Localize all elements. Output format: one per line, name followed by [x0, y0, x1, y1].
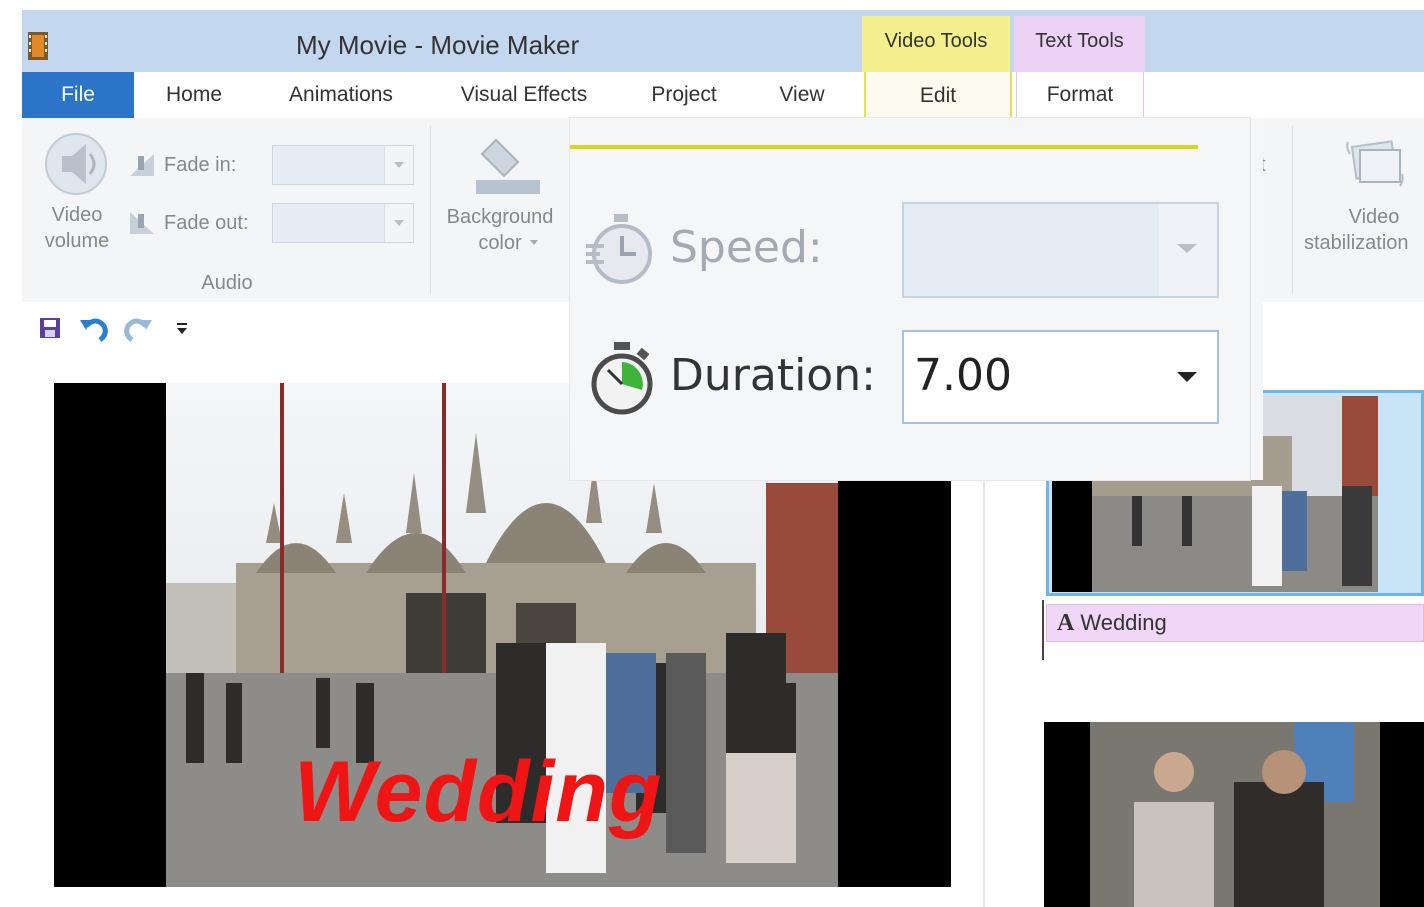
group-separator: [1292, 126, 1293, 294]
window-title: My Movie - Movie Maker: [296, 30, 580, 60]
tab-visual-effects[interactable]: Visual Effects: [442, 72, 606, 118]
storyboard-cursor-line: [1042, 600, 1044, 660]
chevron-down-icon: [384, 146, 413, 184]
tab-animations[interactable]: Animations: [266, 72, 416, 118]
clip1-caption-bar[interactable]: A Wedding: [1046, 604, 1424, 642]
text-caption-icon: A: [1057, 609, 1075, 636]
chevron-down-icon[interactable]: [1177, 372, 1197, 382]
video-tools-accent-line: [570, 145, 1198, 149]
chevron-down-icon: [384, 204, 413, 242]
background-color-label-line1[interactable]: Background: [430, 204, 570, 230]
fade-out-label: Fade out:: [164, 212, 249, 234]
speed-duration-zoom-panel: [570, 118, 1250, 480]
title-bar-background: [22, 10, 1424, 72]
tab-project[interactable]: Project: [634, 72, 734, 118]
duration-label: Duration:: [670, 350, 876, 401]
undo-icon[interactable]: [78, 312, 110, 344]
ribbon-tab-row: File Home Animations Visual Effects Proj…: [22, 72, 1424, 120]
save-icon[interactable]: [38, 316, 62, 340]
fade-out-dropdown[interactable]: [272, 203, 414, 243]
fade-out-icon: [130, 212, 154, 234]
speed-dropdown[interactable]: [902, 202, 1219, 298]
speed-label: Speed:: [670, 222, 823, 273]
tab-home[interactable]: Home: [146, 72, 242, 118]
fade-in-label: Fade in:: [164, 154, 237, 176]
tab-view[interactable]: View: [762, 72, 842, 118]
tab-file[interactable]: File: [22, 72, 134, 118]
chevron-down-icon: [1159, 204, 1217, 296]
clip1-caption-label: Wedding: [1080, 610, 1167, 635]
background-color-label-line2[interactable]: color: [430, 230, 570, 256]
panel-edge: [1250, 118, 1263, 480]
text-tools-context-header: Text Tools: [1014, 16, 1145, 72]
fade-in-icon: [130, 154, 154, 176]
speaker-icon[interactable]: [44, 132, 108, 196]
speed-stopwatch-icon: [586, 214, 652, 284]
duration-value[interactable]: 7.00: [914, 350, 1012, 401]
video-stabilization-label-line2[interactable]: stabilization: [1304, 230, 1424, 256]
video-stabilization-label-line1[interactable]: Video: [1322, 204, 1424, 230]
movie-maker-app-icon[interactable]: [28, 32, 48, 60]
video-tools-context-header: Video Tools: [862, 16, 1010, 72]
title-bar: [0, 0, 1424, 72]
clip2-photo: [1044, 722, 1424, 907]
tab-format[interactable]: Format: [1016, 72, 1144, 118]
duration-stopwatch-icon: [591, 342, 653, 415]
duration-dropdown[interactable]: 7.00: [902, 330, 1219, 424]
redo-icon[interactable]: [122, 312, 154, 344]
customize-toolbar-icon[interactable]: [174, 320, 190, 336]
fade-in-dropdown[interactable]: [272, 145, 414, 185]
video-volume-label-line2[interactable]: volume: [32, 228, 122, 254]
preview-caption-text: Wedding: [294, 744, 663, 840]
tab-edit[interactable]: Edit: [864, 72, 1012, 120]
storyboard-clip-2[interactable]: [1044, 722, 1424, 907]
paint-bucket-icon[interactable]: [474, 132, 544, 196]
audio-group-label: Audio: [201, 272, 253, 294]
video-stabilization-icon[interactable]: [1344, 134, 1406, 192]
video-volume-label-line1[interactable]: Video: [32, 202, 122, 228]
chevron-down-icon: [530, 240, 538, 245]
